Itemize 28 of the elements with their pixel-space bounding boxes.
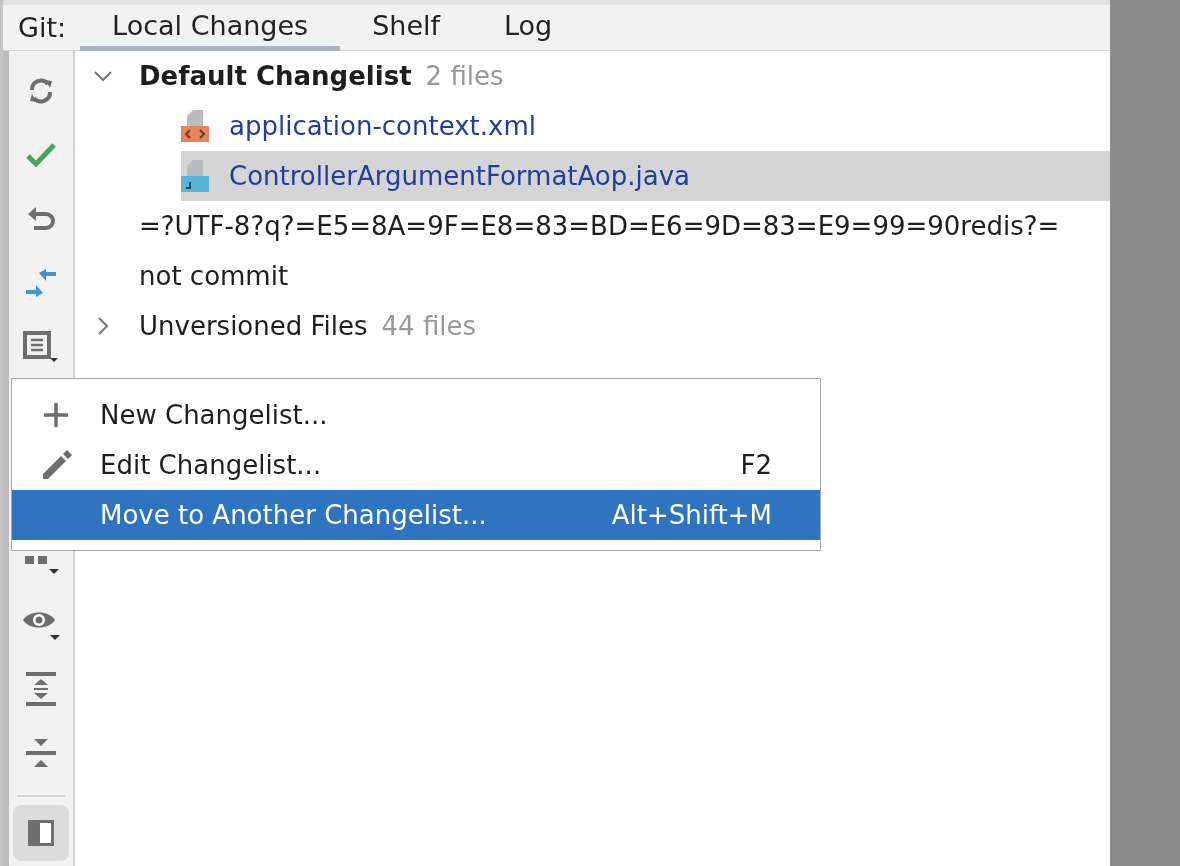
java-file-icon [181, 158, 209, 194]
tab[interactable]: Shelf [340, 5, 472, 51]
changelist-name[interactable]: Default Changelist [139, 61, 412, 91]
toolbar-button[interactable] [13, 805, 69, 861]
plus-icon [43, 402, 69, 428]
git-label: Git: [17, 11, 68, 45]
changelist-name-line: =?UTF-8?q?=E5=8A=9F=E8=83=BD=E6=9D=83=E9=99=90redis?= [139, 211, 1060, 241]
file-row[interactable]: ControllerArgumentFormatAop.java [181, 151, 1110, 201]
file-row[interactable]: application-context.xml [181, 101, 1110, 151]
changelist-name-line: not commit [139, 261, 289, 291]
arrows-in-icon [24, 268, 58, 298]
menu-item[interactable]: New Changelist... [12, 390, 820, 440]
chevron-down-icon[interactable] [93, 70, 113, 82]
chevron-right-icon[interactable] [97, 316, 109, 336]
xml-file-icon [181, 108, 209, 144]
file-name: application-context.xml [229, 111, 536, 141]
tab[interactable]: Log [472, 5, 585, 51]
file-name: ControllerArgumentFormatAop.java [229, 161, 690, 191]
file-count: 44 files [381, 311, 477, 341]
changelist-name[interactable]: Unversioned Files [139, 311, 368, 341]
menu-item[interactable]: Move to Another Changelist... Alt+Shift+M [12, 490, 820, 540]
menu-item[interactable]: Edit Changelist... F2 [12, 440, 820, 490]
list-dropdown-icon [22, 330, 60, 364]
expand-all-icon [25, 671, 57, 707]
panel-layout-icon [26, 818, 56, 848]
file-count: 2 files [425, 61, 504, 91]
check-icon [25, 141, 57, 169]
collapse-all-icon [25, 737, 57, 769]
